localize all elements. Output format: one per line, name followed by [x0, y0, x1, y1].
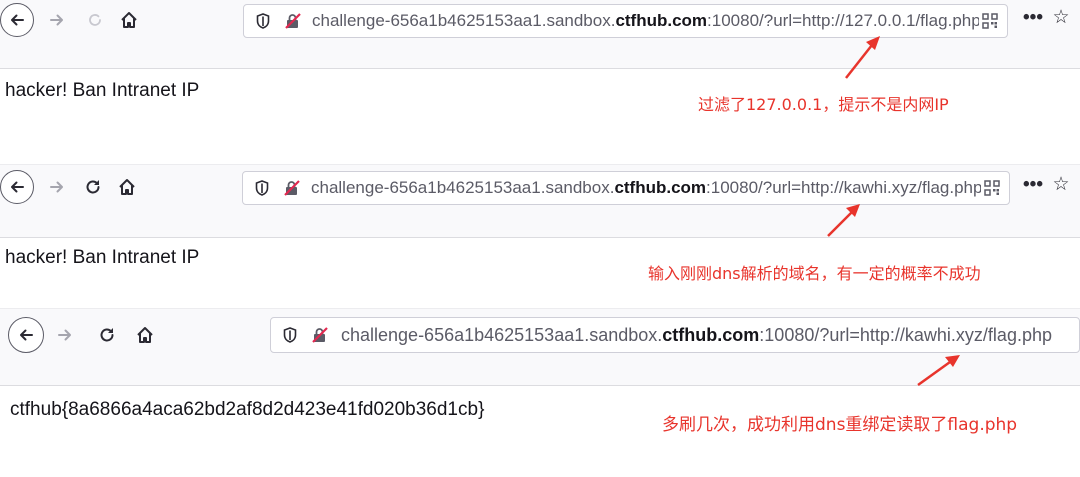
- reload-icon: [100, 328, 114, 342]
- annotation-arrow-3: [917, 355, 960, 387]
- url-bar[interactable]: challenge-656a1b4625153aa1.sandbox.ctfhu…: [243, 4, 1008, 38]
- back-button[interactable]: [0, 170, 34, 204]
- url-prefix: challenge-656a1b4625153aa1.sandbox.: [311, 178, 615, 197]
- page-content-2: hacker! Ban Intranet IP: [5, 247, 200, 268]
- back-button[interactable]: [8, 317, 44, 353]
- qr-code-icon[interactable]: [981, 180, 1003, 196]
- url-domain: ctfhub.com: [614, 178, 707, 197]
- url-text[interactable]: challenge-656a1b4625153aa1.sandbox.ctfhu…: [311, 178, 982, 198]
- back-arrow-icon: [20, 329, 33, 341]
- insecure-lock-icon[interactable]: [278, 12, 308, 30]
- url-text[interactable]: challenge-656a1b4625153aa1.sandbox.ctfhu…: [341, 325, 1052, 346]
- forward-arrow-icon: [50, 14, 63, 26]
- forward-button[interactable]: [52, 322, 78, 348]
- reload-icon: [86, 180, 100, 194]
- url-bar[interactable]: challenge-656a1b4625153aa1.sandbox.ctfhu…: [270, 317, 1080, 353]
- tracking-protection-shield-icon[interactable]: [275, 327, 305, 343]
- url-domain: ctfhub.com: [615, 11, 708, 30]
- insecure-lock-icon[interactable]: [277, 179, 307, 197]
- tracking-protection-shield-icon[interactable]: [248, 13, 278, 29]
- toolbar-right-icons: ••• ☆: [1020, 173, 1076, 196]
- page-content-3: ctfhub{8a6866a4aca62bd2af8d2d423e41fd020…: [10, 399, 485, 420]
- home-icon: [119, 179, 135, 195]
- insecure-lock-icon[interactable]: [305, 326, 335, 344]
- reload-icon: [89, 14, 101, 26]
- forward-button[interactable]: [44, 174, 70, 200]
- browser-toolbar-2: challenge-656a1b4625153aa1.sandbox.ctfhu…: [0, 164, 1080, 238]
- annotation-1: 过滤了127.0.0.1，提示不是内网IP: [698, 95, 949, 114]
- tracking-protection-shield-icon[interactable]: [247, 180, 277, 196]
- url-domain: ctfhub.com: [662, 324, 760, 345]
- more-menu-icon[interactable]: •••: [1020, 174, 1046, 196]
- bookmark-star-icon[interactable]: ☆: [1046, 6, 1076, 29]
- page-content-1: hacker! Ban Intranet IP: [5, 80, 200, 101]
- back-arrow-icon: [11, 14, 24, 26]
- forward-button[interactable]: [44, 7, 70, 33]
- annotation-3: 多刷几次，成功利用dns重绑定读取了flag.php: [662, 415, 1018, 435]
- url-text[interactable]: challenge-656a1b4625153aa1.sandbox.ctfhu…: [312, 11, 981, 31]
- toolbar-right-icons: ••• ☆: [1020, 6, 1076, 29]
- reload-button[interactable]: [94, 322, 120, 348]
- back-arrow-icon: [11, 181, 24, 193]
- url-suffix: :10080/?url=http://kawhi.xyz/flag.php: [759, 324, 1052, 345]
- reload-button[interactable]: [80, 174, 106, 200]
- forward-arrow-icon: [58, 329, 71, 341]
- home-button[interactable]: [132, 322, 158, 348]
- back-button[interactable]: [0, 3, 34, 37]
- forward-arrow-icon: [50, 181, 63, 193]
- url-suffix: :10080/?url=http://kawhi.xyz/flag.php: [706, 178, 983, 197]
- url-bar[interactable]: challenge-656a1b4625153aa1.sandbox.ctfhu…: [242, 171, 1010, 205]
- more-menu-icon[interactable]: •••: [1020, 7, 1046, 29]
- home-button[interactable]: [116, 7, 142, 33]
- url-prefix: challenge-656a1b4625153aa1.sandbox.: [341, 324, 663, 345]
- home-icon: [121, 12, 137, 28]
- browser-toolbar-1: challenge-656a1b4625153aa1.sandbox.ctfhu…: [0, 0, 1080, 69]
- url-suffix: :10080/?url=http://127.0.0.1/flag.php: [707, 11, 981, 30]
- browser-toolbar-3: challenge-656a1b4625153aa1.sandbox.ctfhu…: [0, 308, 1080, 386]
- qr-code-icon[interactable]: [979, 13, 1001, 29]
- reload-button[interactable]: [82, 7, 108, 33]
- home-icon: [137, 327, 153, 343]
- annotation-2: 输入刚刚dns解析的域名，有一定的概率不成功: [648, 264, 981, 283]
- url-prefix: challenge-656a1b4625153aa1.sandbox.: [312, 11, 616, 30]
- home-button[interactable]: [114, 174, 140, 200]
- bookmark-star-icon[interactable]: ☆: [1046, 173, 1076, 196]
